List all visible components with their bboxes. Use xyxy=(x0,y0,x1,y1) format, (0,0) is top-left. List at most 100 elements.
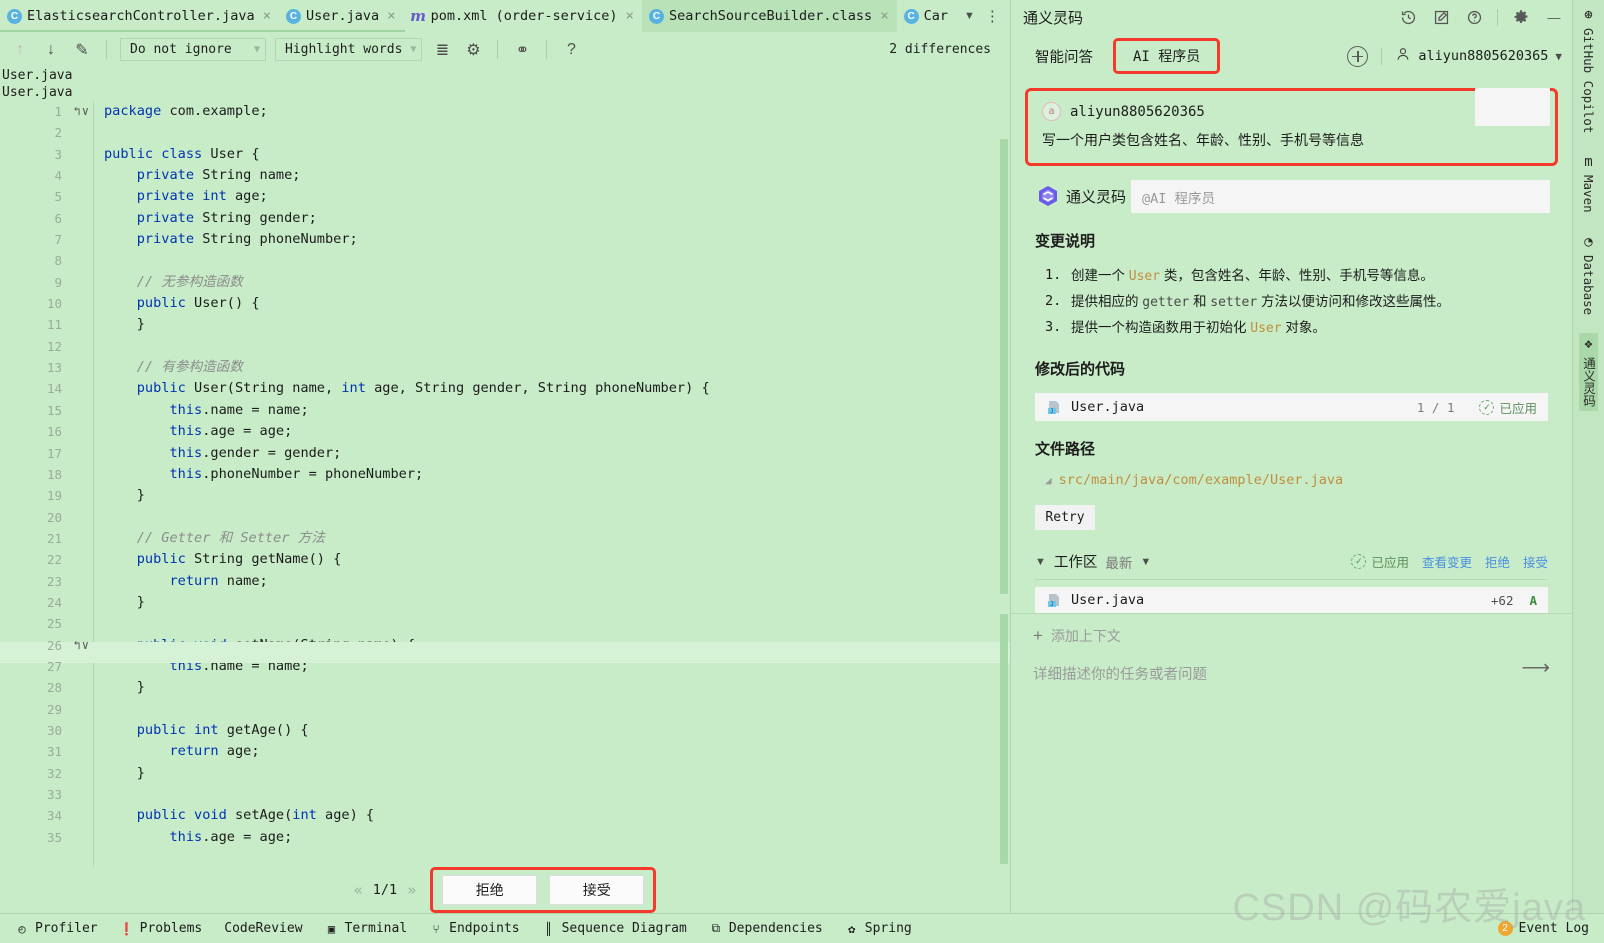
modified-file-card[interactable]: J User.java 1 / 1 ✓ 已应用 xyxy=(1035,393,1548,421)
status-bar-item-2[interactable]: CodeReview xyxy=(213,921,313,936)
plus-circle-icon[interactable] xyxy=(1347,45,1369,67)
editor-tab-label: ElasticsearchController.java xyxy=(27,8,255,24)
gear-icon[interactable]: ⚙ xyxy=(462,39,484,61)
new-chat-icon[interactable] xyxy=(1431,7,1451,27)
editor-tab-0[interactable]: C ElasticsearchController.java × xyxy=(0,0,279,32)
agent-mention-field[interactable]: @AI 程序员 xyxy=(1131,180,1550,213)
status-bar-item-label: Sequence Diagram xyxy=(561,921,687,936)
editor-tab-3[interactable]: C SearchSourceBuilder.class × xyxy=(641,0,897,32)
tab-more-vertical-icon[interactable]: ⋮ xyxy=(985,9,1000,24)
workspace-action-0[interactable]: 查看变更 xyxy=(1422,552,1472,571)
diff-pager-row: « 1/1 » 拒绝 接受 xyxy=(0,867,1010,913)
pencil-icon[interactable]: ✎ xyxy=(71,39,93,61)
java-file-icon: J xyxy=(1046,399,1062,415)
editor-tab-4[interactable]: C Car xyxy=(897,0,956,32)
inline-text: 提供相应的 xyxy=(1071,294,1143,309)
ignore-select[interactable]: Do not ignore ▼ xyxy=(120,38,266,61)
tool-panel-tab-1[interactable]: AI 程序员 xyxy=(1113,38,1221,74)
workspace-action-2[interactable]: 接受 xyxy=(1523,552,1548,571)
arrow-up-icon[interactable]: ↑ xyxy=(9,39,31,61)
editor-tab-bar: C ElasticsearchController.java × C User.java… xyxy=(0,0,1010,32)
svg-text:J: J xyxy=(1050,601,1054,608)
right-strip-item-2[interactable]: ◔ Database xyxy=(1581,231,1596,319)
composer-input[interactable]: 详细描述你的任务或者问题 xyxy=(1033,663,1550,684)
maven-icon: m xyxy=(1584,154,1593,171)
plus-icon: + xyxy=(1033,626,1043,645)
editor-tab-label: SearchSourceBuilder.class xyxy=(668,8,873,24)
file-path-row[interactable]: ◢ src/main/java/com/example/User.java xyxy=(1045,472,1572,488)
code-line: private int age; xyxy=(136,188,268,205)
line-number: 31 xyxy=(46,744,62,760)
status-bar-item-7[interactable]: ✿ Spring xyxy=(834,921,923,936)
tab-overflow-chevron-icon[interactable]: ▼ xyxy=(964,10,975,22)
close-icon[interactable]: × xyxy=(880,8,888,24)
java-class-icon: C xyxy=(648,8,664,24)
status-bar-item-5[interactable]: ║ Sequence Diagram xyxy=(531,921,698,936)
modified-file-count: 1 / 1 xyxy=(1416,399,1455,415)
sync-scroll-icon[interactable]: ⚭ xyxy=(511,39,533,61)
editor-scrollbar[interactable] xyxy=(998,101,1010,867)
line-number: 4 xyxy=(54,168,62,184)
status-bar-item-6[interactable]: ⧉ Dependencies xyxy=(698,921,834,936)
highlight-select[interactable]: Highlight words ▼ xyxy=(275,38,423,61)
endpoints-icon: ⑂ xyxy=(432,921,440,936)
chevron-down-icon[interactable]: ▼ xyxy=(1140,556,1151,568)
workspace-file-name: User.java xyxy=(1071,592,1145,608)
account-chip[interactable]: aliyun8805620365 ▼ xyxy=(1395,46,1562,66)
arrow-right-icon[interactable]: ⟶ xyxy=(1521,655,1550,680)
pager-next-icon[interactable]: » xyxy=(407,881,416,899)
chevron-down-icon[interactable]: ▼ xyxy=(1035,556,1046,568)
line-number: 7 xyxy=(54,232,62,248)
add-context-button[interactable]: + 添加上下文 xyxy=(1033,626,1550,646)
user-icon xyxy=(1395,46,1411,66)
tool-panel-tabs: 智能问答 AI 程序员 aliyun8805620365 ▼ xyxy=(1011,34,1572,78)
editor-tab-2[interactable]: m pom.xml (order-service) × xyxy=(404,0,642,32)
close-icon[interactable]: × xyxy=(387,8,395,24)
editor-tab-label: pom.xml (order-service) xyxy=(430,8,618,24)
list-number: 1. xyxy=(1045,267,1062,283)
status-bar-item-3[interactable]: ▣ Terminal xyxy=(314,921,419,936)
accept-button[interactable]: 接受 xyxy=(549,875,645,905)
line-number: 19 xyxy=(46,488,62,504)
editor-tab-1[interactable]: C User.java × xyxy=(279,0,404,32)
line-number: 11 xyxy=(46,317,62,333)
tab-divider xyxy=(1381,47,1383,65)
line-number: 6 xyxy=(54,210,62,226)
retry-button[interactable]: Retry xyxy=(1035,505,1095,530)
workspace-file-row[interactable]: J User.java +62 A xyxy=(1035,587,1548,613)
arrow-down-icon[interactable]: ↓ xyxy=(40,39,62,61)
svg-text:J: J xyxy=(1050,408,1054,415)
close-icon[interactable]: × xyxy=(626,8,634,24)
status-bar-item-4[interactable]: ⑂ Endpoints xyxy=(418,921,530,936)
revert-change-icon[interactable]: ↰∨ xyxy=(64,101,90,122)
line-number: 2 xyxy=(54,125,62,141)
database-icon: ◔ xyxy=(1584,234,1593,250)
close-icon[interactable]: × xyxy=(263,8,271,24)
right-strip-label: Database xyxy=(1581,255,1596,316)
help-icon[interactable] xyxy=(1464,7,1484,27)
minimize-icon[interactable]: — xyxy=(1544,7,1564,27)
pager-prev-icon[interactable]: « xyxy=(354,881,363,899)
code-diff-area[interactable]: 1 ↰∨ 2 3 4 5 6 7 8 9 10 11 12 13 14 15 16 17 18 19 20 21 22 23 2… xyxy=(0,101,1010,867)
code-content[interactable]: package com.example; public class User {… xyxy=(94,101,1010,867)
applied-check-icon: ✓ xyxy=(1479,399,1495,415)
help-icon[interactable]: ? xyxy=(560,39,582,61)
change-summary-heading: 变更说明 xyxy=(1035,233,1096,250)
code-line: private String name; xyxy=(136,167,301,184)
right-strip-item-0[interactable]: ⊛ GitHub Copilot xyxy=(1581,4,1596,137)
history-icon[interactable] xyxy=(1398,7,1418,27)
tool-panel-tab-0[interactable]: 智能问答 xyxy=(1021,38,1107,74)
right-strip-item-1[interactable]: m Maven xyxy=(1581,151,1596,217)
status-bar-item-0[interactable]: ◴ Profiler xyxy=(4,921,109,936)
revert-change-icon[interactable]: ↰∨ xyxy=(64,635,90,656)
event-log-item[interactable]: 2 Event Log xyxy=(1487,921,1600,936)
collapse-unchanged-icon[interactable]: ≣ xyxy=(431,39,453,61)
right-strip-item-3[interactable]: ❖ 通义灵码 xyxy=(1579,333,1598,412)
status-bar-item-1[interactable]: ❗ Problems xyxy=(109,921,214,936)
reject-button[interactable]: 拒绝 xyxy=(442,875,538,905)
gear-icon[interactable] xyxy=(1511,7,1531,27)
diff-editor-pane: C ElasticsearchController.java × C User.java… xyxy=(0,0,1010,913)
workspace-applied-label: 已应用 xyxy=(1371,556,1409,570)
workspace-action-1[interactable]: 拒绝 xyxy=(1485,552,1510,571)
